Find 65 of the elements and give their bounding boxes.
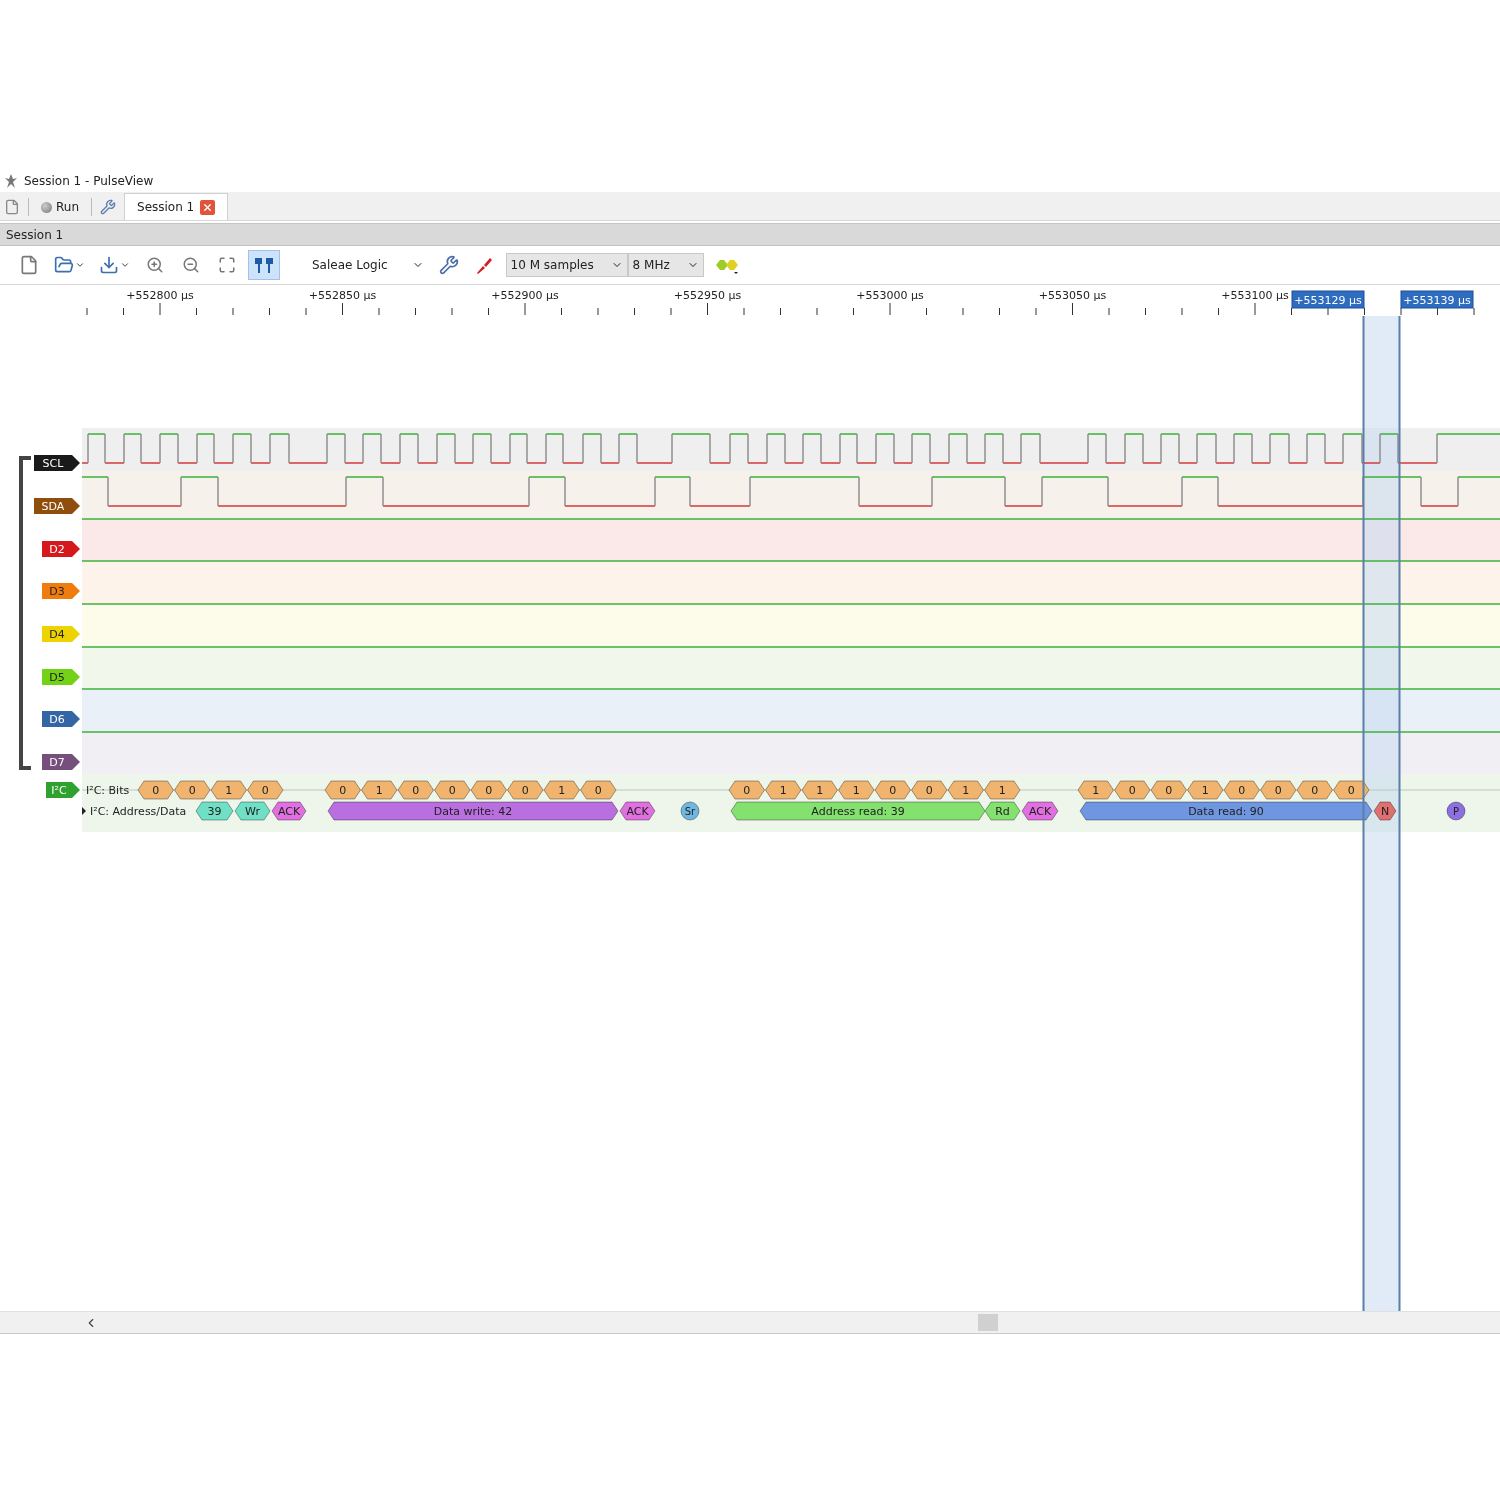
cursor-flag[interactable]: +553129 µs bbox=[1291, 290, 1365, 309]
download-icon bbox=[99, 255, 119, 275]
bit-annotation: 0 bbox=[247, 780, 284, 800]
scrollbar-thumb[interactable] bbox=[978, 1314, 998, 1331]
session-tab[interactable]: Session 1 bbox=[124, 193, 229, 220]
decoder-row-label: I²C: Bits bbox=[86, 784, 130, 797]
bit-annotation: 0 bbox=[1114, 780, 1151, 800]
fit-icon bbox=[218, 256, 236, 274]
channel-label[interactable]: D2 bbox=[42, 541, 80, 557]
annotation: Data read: 90 bbox=[1079, 801, 1373, 821]
bit-annotation: 0 bbox=[434, 780, 471, 800]
bit-annotation: 0 bbox=[174, 780, 211, 800]
annotation: Data write: 42 bbox=[327, 801, 619, 821]
run-button[interactable]: Run bbox=[37, 198, 83, 216]
device-dropdown[interactable]: Saleae Logic bbox=[286, 258, 428, 272]
caret-icon bbox=[75, 260, 85, 270]
channel-label[interactable]: SDA bbox=[34, 498, 80, 514]
marker-annotation: Sr bbox=[680, 801, 700, 821]
ruler-label: +552850 µs bbox=[308, 289, 377, 302]
bit-annotation: 1 bbox=[1187, 780, 1224, 800]
decoder-row-label: I²C: Address/Data bbox=[90, 805, 187, 818]
close-icon bbox=[202, 201, 214, 213]
probe-icon bbox=[474, 255, 495, 275]
wrench-icon bbox=[438, 255, 459, 275]
session-header: Session 1 bbox=[6, 227, 64, 242]
app-icon bbox=[4, 173, 18, 189]
bit-annotation: 1 bbox=[984, 780, 1021, 800]
zoom-in-icon bbox=[146, 256, 164, 274]
ruler-label: +553000 µs bbox=[856, 289, 924, 302]
channel-label[interactable]: D7 bbox=[42, 754, 80, 770]
zoom-out-icon bbox=[182, 256, 200, 274]
channel-label[interactable]: D6 bbox=[42, 711, 80, 727]
ruler-label: +553100 µs bbox=[1221, 289, 1289, 302]
ruler-label: +552900 µs bbox=[491, 289, 559, 302]
bit-annotation: 1 bbox=[765, 780, 802, 800]
bit-annotation: 0 bbox=[580, 780, 617, 800]
expand-arrow-icon[interactable] bbox=[82, 807, 86, 815]
bit-annotation: 0 bbox=[911, 780, 948, 800]
bit-annotation: 1 bbox=[361, 780, 398, 800]
ruler-label: +552800 µs bbox=[126, 289, 194, 302]
samplerate-select[interactable]: 8 MHz bbox=[627, 253, 704, 277]
bit-annotation: 0 bbox=[1333, 780, 1370, 800]
annotation: N bbox=[1373, 801, 1397, 821]
channel-label[interactable]: D5 bbox=[42, 669, 80, 685]
bit-annotation: 1 bbox=[838, 780, 875, 800]
caret-icon bbox=[120, 260, 130, 270]
bit-annotation: 0 bbox=[1260, 780, 1297, 800]
bit-annotation: 0 bbox=[507, 780, 544, 800]
file-icon bbox=[19, 255, 39, 275]
new-session-icon[interactable] bbox=[4, 199, 20, 215]
folder-icon bbox=[54, 255, 74, 275]
channel-label[interactable]: D3 bbox=[42, 583, 80, 599]
channel-label[interactable]: D4 bbox=[42, 626, 80, 642]
cursor-flag[interactable]: +553139 µs bbox=[1400, 290, 1474, 309]
marker-annotation: P bbox=[1446, 801, 1466, 821]
ruler-label: +552950 µs bbox=[673, 289, 742, 302]
annotation: ACK bbox=[271, 801, 307, 821]
close-button[interactable] bbox=[200, 199, 216, 215]
cursor-icon bbox=[252, 255, 276, 275]
channel-label[interactable]: SCL bbox=[34, 455, 80, 471]
samples-select[interactable]: 10 M samples bbox=[505, 253, 628, 277]
window-title: Session 1 - PulseView bbox=[24, 174, 154, 188]
cursor-toggle-button[interactable] bbox=[248, 250, 280, 280]
settings-icon[interactable] bbox=[100, 199, 116, 215]
ruler-label: +553050 µs bbox=[1038, 289, 1107, 302]
